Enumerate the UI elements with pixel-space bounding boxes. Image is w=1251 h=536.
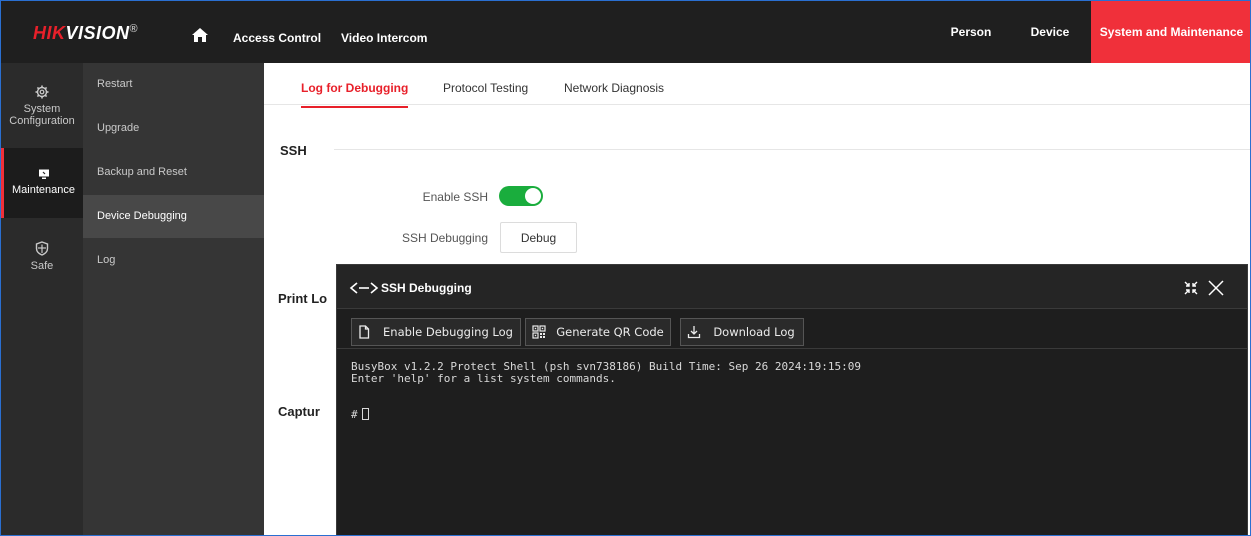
dialog-divider <box>337 348 1247 349</box>
section-divider-ssh <box>334 149 1250 150</box>
tab-protocol-testing[interactable]: Protocol Testing <box>443 81 528 106</box>
submenu-item-upgrade[interactable]: Upgrade <box>83 111 264 154</box>
enable-ssh-toggle[interactable] <box>499 186 543 206</box>
ssh-debugging-dialog: SSH Debugging Enable Debugging Log Gener… <box>336 264 1248 535</box>
terminal-line: Enter 'help' for a list system commands. <box>351 372 616 385</box>
sidebar-label-safe: Safe <box>30 260 54 272</box>
logo-registered: ® <box>129 23 139 35</box>
close-icon[interactable] <box>1207 279 1225 297</box>
qr-code-icon <box>532 325 546 339</box>
debug-button[interactable]: Debug <box>500 222 577 253</box>
submenu-item-backup-and-reset[interactable]: Backup and Reset <box>83 155 264 198</box>
file-icon <box>359 325 370 339</box>
submenu-panel: Restart Upgrade Backup and Reset Device … <box>83 63 264 535</box>
nav-video-intercom[interactable]: Video Intercom <box>341 31 427 45</box>
dialog-header: SSH Debugging <box>337 265 1247 309</box>
download-log-label: Download Log <box>713 325 795 339</box>
toggle-knob <box>525 188 541 204</box>
sidebar-label-system-configuration: System Configuration <box>9 103 75 127</box>
sidebar-item-safe[interactable]: Safe <box>1 241 83 291</box>
ssh-terminal-output[interactable]: BusyBox v1.2.2 Protect Shell (psh svn738… <box>351 361 861 385</box>
enable-ssh-label: Enable SSH <box>422 190 488 204</box>
nav-access-control[interactable]: Access Control <box>233 31 321 45</box>
dialog-title: SSH Debugging <box>381 281 472 295</box>
shield-icon <box>35 241 49 256</box>
section-title-print-log: Print Lo <box>278 291 328 306</box>
submenu-item-restart[interactable]: Restart <box>83 67 264 110</box>
tab-bar: Log for Debugging Protocol Testing Netwo… <box>264 63 1250 108</box>
nav-system-and-maintenance[interactable]: System and Maintenance <box>1091 1 1250 63</box>
app-window: HIKVISION® Access Control Video Intercom… <box>0 0 1251 536</box>
enable-debugging-log-button[interactable]: Enable Debugging Log <box>351 318 521 346</box>
ssh-debugging-label: SSH Debugging <box>401 231 488 245</box>
submenu-item-log[interactable]: Log <box>83 243 264 286</box>
top-bar: HIKVISION® Access Control Video Intercom… <box>1 1 1250 63</box>
prompt-symbol: # <box>351 408 358 421</box>
nav-person[interactable]: Person <box>934 1 1008 63</box>
sidebar-label-maintenance: Maintenance <box>12 184 75 196</box>
hikvision-logo: HIKVISION® <box>33 23 138 44</box>
sidebar-item-maintenance[interactable]: Maintenance <box>1 148 83 218</box>
section-title-ssh: SSH <box>280 143 307 158</box>
code-icon <box>349 282 379 294</box>
gear-icon <box>35 85 49 99</box>
monitor-icon <box>38 169 49 179</box>
download-log-button[interactable]: Download Log <box>680 318 804 346</box>
terminal-prompt[interactable]: # <box>351 408 369 421</box>
enable-debugging-log-label: Enable Debugging Log <box>383 325 513 339</box>
terminal-cursor <box>361 408 369 420</box>
collapse-icon[interactable] <box>1182 279 1200 297</box>
tab-network-diagnosis[interactable]: Network Diagnosis <box>564 81 664 106</box>
main-sidebar: System Configuration Maintenance Safe <box>1 63 83 535</box>
submenu-item-device-debugging[interactable]: Device Debugging <box>83 195 264 238</box>
logo-text-red: HIK <box>33 23 66 43</box>
logo-text-white: VISION <box>65 23 130 43</box>
generate-qr-code-label: Generate QR Code <box>556 325 664 339</box>
home-icon[interactable] <box>191 27 209 43</box>
section-title-capture: Captur <box>278 404 320 419</box>
nav-device[interactable]: Device <box>1018 1 1082 63</box>
download-icon <box>687 326 701 339</box>
generate-qr-code-button[interactable]: Generate QR Code <box>525 318 671 346</box>
sidebar-item-system-configuration[interactable]: System Configuration <box>1 85 83 147</box>
tab-log-for-debugging[interactable]: Log for Debugging <box>301 81 409 108</box>
